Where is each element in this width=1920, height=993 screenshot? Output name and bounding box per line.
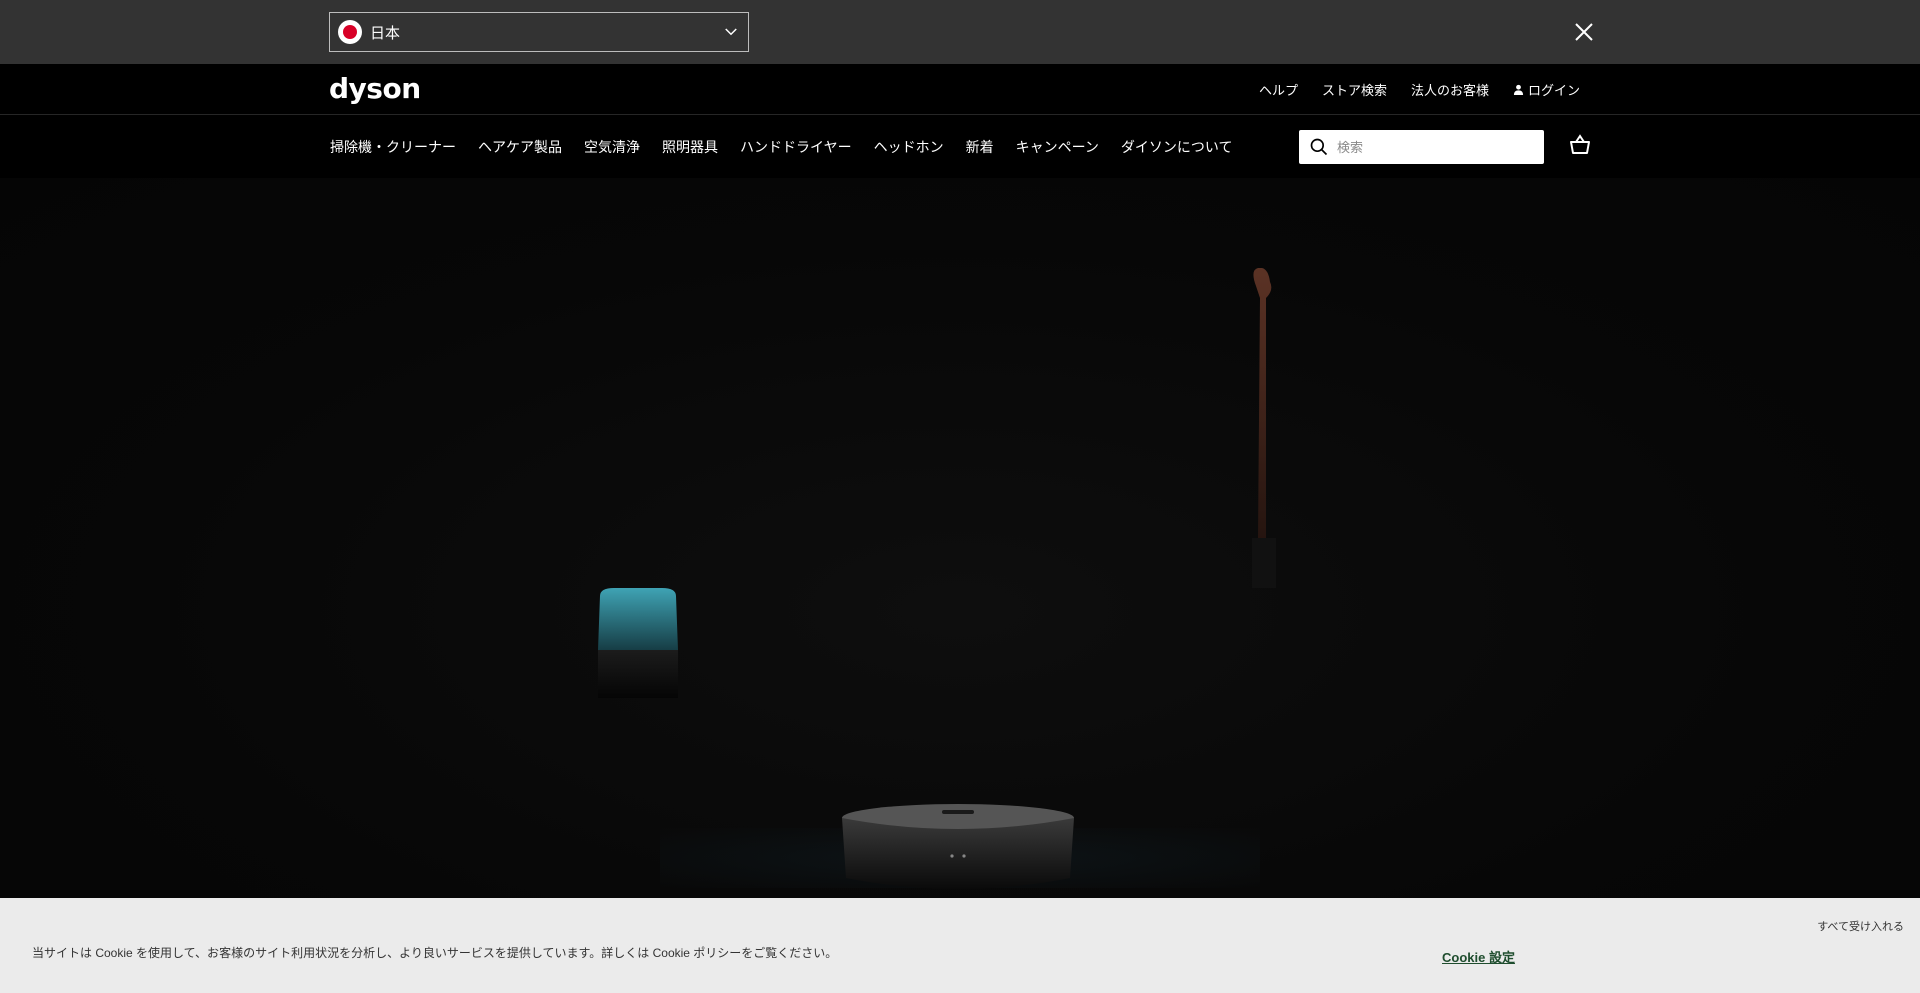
- close-icon[interactable]: [1572, 20, 1596, 44]
- nav-item-headphones[interactable]: ヘッドホン: [874, 137, 944, 157]
- search-box: [1299, 130, 1544, 164]
- account-link[interactable]: ログイン: [1513, 80, 1580, 99]
- user-icon: [1513, 84, 1524, 95]
- robot-vacuum-image: [842, 804, 1074, 889]
- utility-header: dyson ヘルプ ストア検索 法人のお客様 ログイン: [0, 64, 1920, 115]
- cookie-accept-link[interactable]: すべて受け入れる: [1817, 918, 1904, 934]
- util-link-store[interactable]: ストア検索: [1322, 80, 1387, 99]
- chevron-down-icon: [725, 28, 737, 36]
- search-input[interactable]: [1337, 139, 1534, 155]
- country-select[interactable]: 日本: [329, 12, 749, 52]
- search-icon[interactable]: [1309, 137, 1329, 157]
- air-purifier-image: [598, 588, 678, 698]
- country-selector-bar: 日本: [0, 0, 1920, 64]
- nav-item-hand-dryers[interactable]: ハンドドライヤー: [740, 137, 852, 157]
- basket-icon[interactable]: [1568, 133, 1592, 157]
- cookie-settings-link[interactable]: Cookie 設定: [1442, 947, 1515, 966]
- japan-flag-icon: [338, 20, 362, 44]
- util-link-business[interactable]: 法人のお客様: [1411, 80, 1489, 99]
- nav-item-air[interactable]: 空気清浄: [584, 137, 640, 157]
- main-nav: 掃除機・クリーナー ヘアケア製品 空気清浄 照明器具 ハンドドライヤー ヘッドホ…: [0, 115, 1920, 178]
- stick-vacuum-image: [1252, 268, 1276, 588]
- account-label: ログイン: [1527, 83, 1580, 98]
- nav-item-lighting[interactable]: 照明器具: [662, 137, 718, 157]
- nav-item-haircare[interactable]: ヘアケア製品: [478, 137, 562, 157]
- dyson-logo[interactable]: dyson: [329, 72, 421, 105]
- util-link-help[interactable]: ヘルプ: [1259, 80, 1298, 99]
- utility-links: ヘルプ ストア検索 法人のお客様 ログイン: [1259, 80, 1580, 99]
- hero-banner[interactable]: [0, 178, 1920, 898]
- nav-item-about[interactable]: ダイソンについて: [1121, 137, 1233, 157]
- nav-item-vacuums[interactable]: 掃除機・クリーナー: [330, 137, 456, 157]
- nav-item-campaign[interactable]: キャンペーン: [1016, 137, 1099, 157]
- cookie-banner: 当サイトは Cookie を使用して、お客様のサイト利用状況を分析し、より良いサ…: [0, 898, 1920, 993]
- country-label: 日本: [370, 24, 401, 42]
- cookie-text: 当サイトは Cookie を使用して、お客様のサイト利用状況を分析し、より良いサ…: [32, 946, 838, 960]
- nav-item-new[interactable]: 新着: [966, 137, 994, 157]
- nav-items: 掃除機・クリーナー ヘアケア製品 空気清浄 照明器具 ハンドドライヤー ヘッドホ…: [330, 137, 1233, 157]
